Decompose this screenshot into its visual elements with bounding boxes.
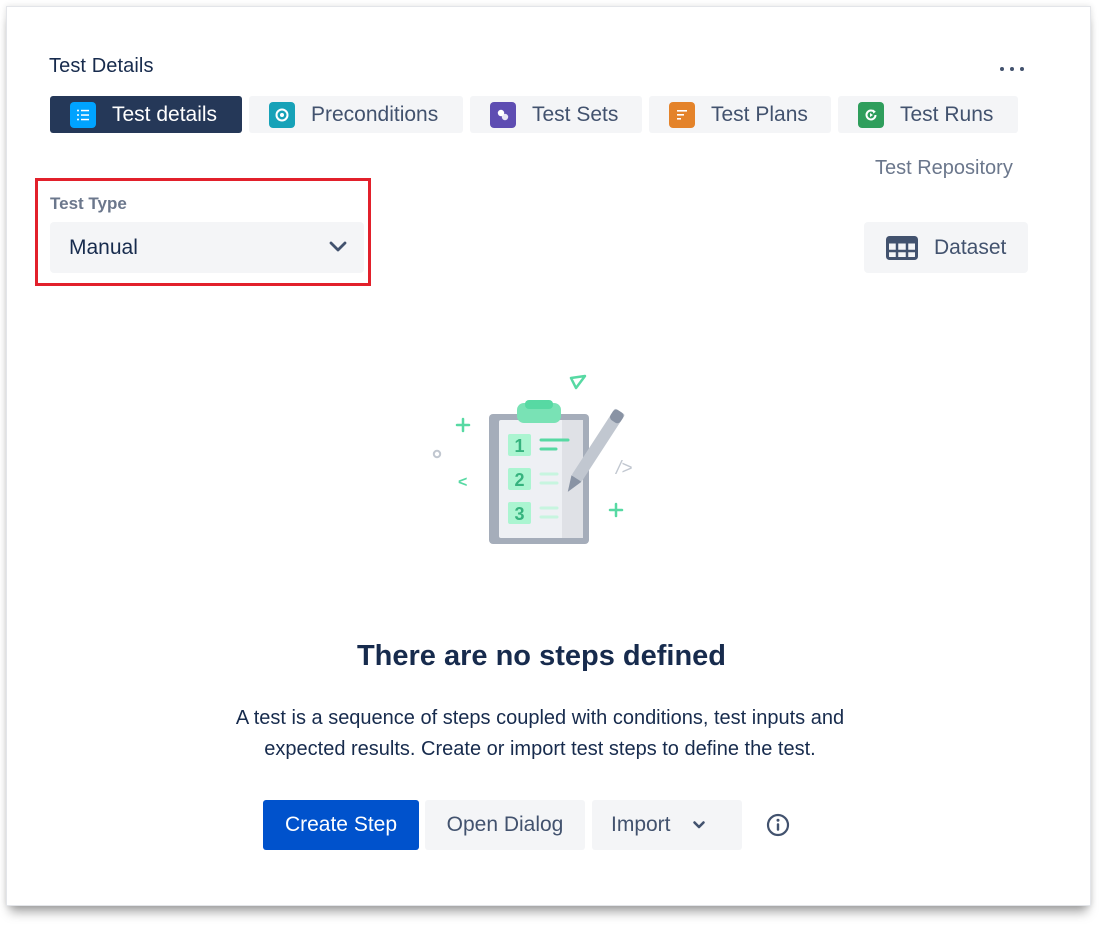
dataset-button[interactable]: Dataset [864, 222, 1028, 273]
code-glyph: /> [614, 458, 632, 479]
chevron-down-icon [329, 241, 347, 252]
test-type-label: Test Type [50, 194, 127, 213]
test-repository-link[interactable]: Test Repository [875, 157, 1013, 180]
lt-glyph: < [458, 474, 467, 491]
description-line: A test is a sequence of steps coupled wi… [235, 707, 845, 729]
more-horizontal-icon[interactable] [1000, 60, 1024, 78]
circle-decoration [432, 449, 442, 459]
step-number: 3 [514, 504, 524, 524]
panel-title: Test Details [49, 55, 154, 77]
test-type-select[interactable]: Manual [50, 222, 364, 273]
empty-steps-illustration: < /> 1 2 3 [432, 374, 632, 544]
precondition-icon [269, 101, 295, 128]
list-icon [70, 101, 96, 128]
test-run-icon [858, 101, 884, 128]
step-number: 2 [514, 470, 524, 490]
test-type-value: Manual [69, 236, 138, 259]
tab-test-sets[interactable]: Test Sets [470, 96, 642, 133]
open-dialog-label: Open Dialog [446, 813, 564, 836]
tab-label: Test Plans [711, 102, 808, 126]
tab-test-plans[interactable]: Test Plans [649, 96, 831, 133]
tab-label: Test details [112, 102, 218, 126]
tab-label: Preconditions [311, 102, 439, 126]
create-step-button[interactable]: Create Step [263, 800, 419, 850]
dataset-label: Dataset [934, 235, 1007, 259]
tab-label: Test Sets [532, 102, 619, 126]
create-step-label: Create Step [284, 813, 398, 836]
tab-test-details[interactable]: Test details [50, 96, 242, 133]
triangle-decoration [569, 374, 587, 390]
step-number: 1 [514, 436, 524, 456]
import-button[interactable]: Import [592, 800, 742, 850]
empty-state-title: There are no steps defined [356, 640, 727, 672]
test-plan-icon [669, 101, 695, 128]
test-set-icon [490, 101, 516, 128]
table-icon [886, 235, 918, 260]
empty-state-description: A test is a sequence of steps coupled wi… [190, 703, 890, 765]
tab-preconditions[interactable]: Preconditions [249, 96, 463, 133]
info-icon[interactable] [766, 813, 790, 837]
description-line: expected results. Create or import test … [264, 738, 816, 760]
chevron-down-icon [692, 821, 705, 829]
tab-label: Test Runs [900, 102, 994, 126]
tab-test-runs[interactable]: Test Runs [838, 96, 1018, 133]
open-dialog-button[interactable]: Open Dialog [425, 800, 585, 850]
import-label: Import [611, 813, 671, 836]
